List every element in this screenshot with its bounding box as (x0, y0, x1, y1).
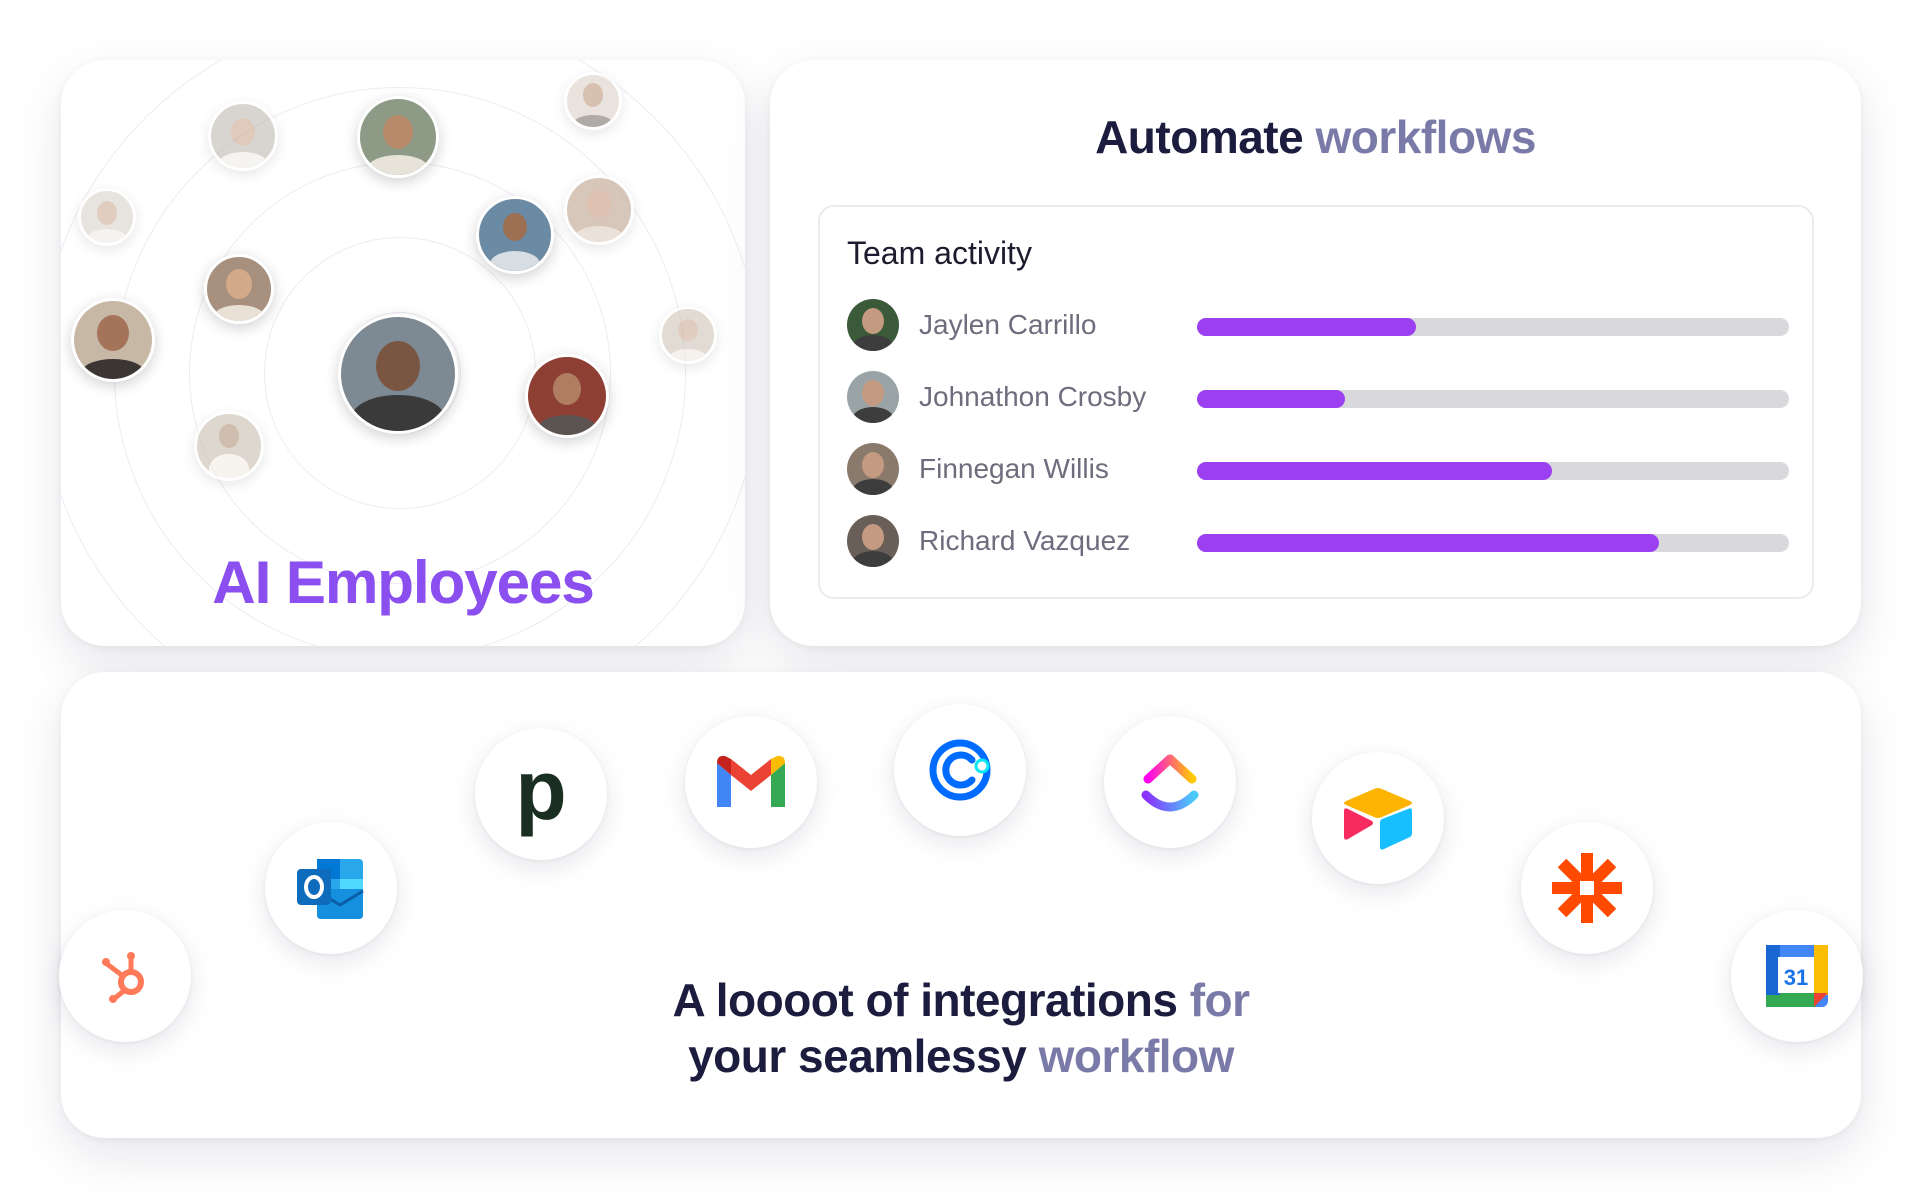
member-name: Jaylen Carrillo (919, 309, 1097, 340)
pipedrive-logo[interactable]: p (475, 728, 607, 860)
member-avatar (847, 371, 899, 423)
zapier-icon (1552, 853, 1622, 923)
member-name: Finnegan Willis (919, 453, 1109, 484)
progress-track (1197, 318, 1789, 336)
airtable-logo[interactable] (1312, 752, 1444, 884)
calendly-logo[interactable] (894, 704, 1026, 836)
line2-dark: your seamlessy (688, 1030, 1027, 1082)
avatar (476, 196, 554, 274)
integrations-title-line-1: A loooot of integrations for (61, 972, 1861, 1028)
airtable-icon (1344, 788, 1412, 850)
avatar (208, 101, 278, 171)
ai-employees-title: AI Employees (61, 548, 745, 617)
outlook-logo[interactable] (265, 822, 397, 954)
avatar (564, 175, 634, 245)
gmail-icon (717, 755, 785, 807)
member-name: Richard Vazquez (919, 525, 1131, 556)
integrations-title-line-2: your seamlessy workflow (61, 1028, 1861, 1084)
pipedrive-icon: p (515, 743, 567, 837)
gmail-logo[interactable] (685, 716, 817, 848)
automate-workflows-card: Automate workflows Team activity Jaylen … (770, 60, 1861, 646)
avatar-center (338, 314, 458, 434)
progress-fill (1197, 390, 1345, 408)
avatar (71, 298, 155, 382)
team-member-row: Jaylen Carrillo (847, 299, 1789, 355)
ai-employees-card: AI Employees (61, 60, 745, 646)
automate-title: Automate workflows (770, 110, 1861, 164)
avatar (194, 411, 264, 481)
zapier-logo[interactable] (1521, 822, 1653, 954)
team-member-row: Finnegan Willis (847, 443, 1789, 499)
progress-fill (1197, 534, 1659, 552)
clickup-logo[interactable] (1104, 716, 1236, 848)
progress-track (1197, 462, 1789, 480)
progress-track (1197, 534, 1789, 552)
title-dark-part: Automate (1095, 111, 1304, 163)
integrations-title: A loooot of integrations for your seamle… (61, 972, 1861, 1084)
calendly-icon (929, 739, 991, 801)
integrations-card: p 31 A loooot of integrations for your s… (59, 672, 1863, 1138)
outlook-icon (297, 859, 364, 919)
team-activity-panel: Team activity Jaylen Carrillo Johnathon C… (818, 205, 1814, 599)
member-avatar (847, 443, 899, 495)
avatar (78, 188, 136, 246)
line1-dark: A loooot of integrations (672, 974, 1178, 1026)
progress-fill (1197, 462, 1553, 480)
avatar (659, 306, 717, 364)
clickup-icon (1141, 754, 1199, 812)
title-light-part: workflows (1315, 111, 1536, 163)
avatar (564, 72, 622, 130)
team-member-row: Johnathon Crosby (847, 371, 1789, 427)
team-member-row: Richard Vazquez (847, 515, 1789, 571)
progress-fill (1197, 318, 1417, 336)
progress-track (1197, 390, 1789, 408)
avatar (357, 96, 439, 178)
team-activity-title: Team activity (847, 235, 1032, 271)
line2-light: workflow (1038, 1030, 1235, 1082)
member-avatar (847, 515, 899, 567)
avatar (525, 354, 609, 438)
member-avatar (847, 299, 899, 351)
line1-light: for (1189, 974, 1250, 1026)
avatar (204, 254, 274, 324)
member-name: Johnathon Crosby (919, 381, 1147, 412)
